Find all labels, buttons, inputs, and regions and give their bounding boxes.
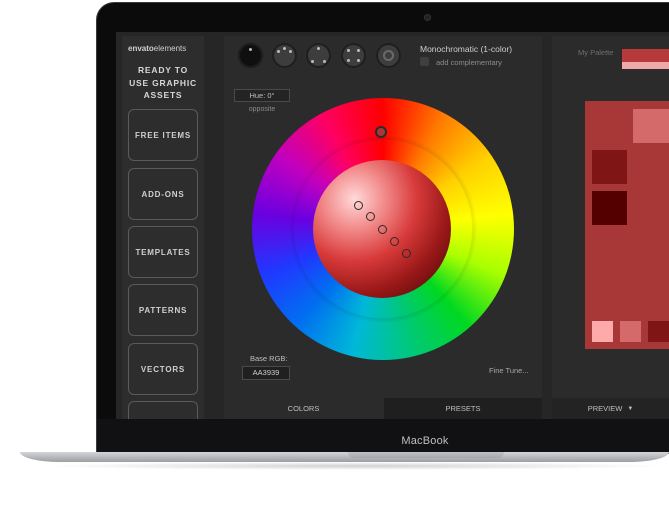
dot-icon <box>311 60 314 63</box>
dot-icon <box>249 48 252 51</box>
sidebar-item-label: VECTORS <box>140 364 186 374</box>
dot-icon <box>283 47 286 50</box>
palette-label: My Palette <box>578 48 614 57</box>
tab-presets[interactable]: PRESETS <box>384 398 542 419</box>
sidebar-item-label: ADD-ONS <box>141 189 185 199</box>
hue-marker[interactable] <box>375 126 387 138</box>
dot-icon <box>347 59 350 62</box>
laptop-notch <box>348 452 504 458</box>
tagline-line: READY TO <box>137 65 188 75</box>
dot-icon <box>289 50 292 53</box>
preview-canvas <box>585 101 669 349</box>
tetrad-scheme-button[interactable] <box>341 43 366 68</box>
tab-preview[interactable]: PREVIEW ▼ <box>552 398 669 419</box>
swatch-marker[interactable] <box>402 249 411 258</box>
sidebar-item-free-items[interactable]: FREE ITEMS <box>128 109 198 161</box>
base-rgb-label: Base RGB: <box>250 354 288 363</box>
fine-tune-link[interactable]: Fine Tune... <box>489 366 529 375</box>
scheme-title: Monochromatic (1-color) <box>420 44 513 54</box>
envato-logo[interactable]: envatoelements <box>128 44 202 53</box>
dot-icon <box>317 47 320 50</box>
base-rgb-input[interactable]: AA3939 <box>242 366 290 380</box>
tab-label: COLORS <box>287 404 320 413</box>
swatch-marker[interactable] <box>378 225 387 234</box>
dot-icon <box>323 60 326 63</box>
swatch-lighter <box>592 321 613 342</box>
adjacent-scheme-button[interactable] <box>272 43 297 68</box>
tab-label: PRESETS <box>445 404 481 413</box>
triad-scheme-button[interactable] <box>306 43 331 68</box>
sidebar-item-templates[interactable]: TEMPLATES <box>128 226 198 278</box>
mono-scheme-button[interactable] <box>238 43 263 68</box>
swatch-darker <box>592 191 627 225</box>
swatch-marker[interactable] <box>390 237 399 246</box>
swatch-dark <box>648 321 669 342</box>
swatch-marker[interactable] <box>354 201 363 210</box>
tagline-line: ASSETS <box>143 90 183 100</box>
chevron-down-icon: ▼ <box>627 405 634 412</box>
sidebar-item-patterns[interactable]: PATTERNS <box>128 284 198 336</box>
tab-colors[interactable]: COLORS <box>224 398 383 419</box>
opposite-link[interactable]: opposite <box>234 106 290 113</box>
logo-prefix: envato <box>128 44 154 53</box>
sidebar-tagline: READY TO USE GRAPHIC ASSETS <box>122 64 204 102</box>
sidebar-item-label: TEMPLATES <box>135 247 191 257</box>
add-complementary-label: add complementary <box>436 58 502 67</box>
dot-icon <box>357 59 360 62</box>
device-brand: MacBook <box>401 435 449 447</box>
gear-icon <box>383 50 394 61</box>
sidebar-item-more[interactable] <box>128 401 198 419</box>
tagline-line: USE GRAPHIC <box>129 77 197 88</box>
sidebar-item-vectors[interactable]: VECTORS <box>128 343 198 395</box>
dot-icon <box>347 49 350 52</box>
laptop-shadow <box>40 462 669 470</box>
laptop-base <box>20 452 669 462</box>
swatch-marker[interactable] <box>366 212 375 221</box>
sidebar-item-label: FREE ITEMS <box>134 130 191 140</box>
palette-swatch-light[interactable] <box>622 62 669 69</box>
swatch-light <box>633 109 669 143</box>
logo-suffix: elements <box>153 44 187 53</box>
dot-icon <box>277 50 280 53</box>
sidebar-item-label: PATTERNS <box>138 305 188 315</box>
add-complementary-checkbox[interactable] <box>420 57 429 66</box>
camera-icon <box>425 15 430 20</box>
swatch-dark <box>592 150 627 184</box>
dot-icon <box>357 49 360 52</box>
sidebar-item-add-ons[interactable]: ADD-ONS <box>128 168 198 220</box>
hue-field[interactable]: Hue: 0° <box>234 89 290 102</box>
swatch-light <box>620 321 641 342</box>
settings-gear-button[interactable] <box>376 43 401 68</box>
tab-label: PREVIEW <box>587 404 623 413</box>
